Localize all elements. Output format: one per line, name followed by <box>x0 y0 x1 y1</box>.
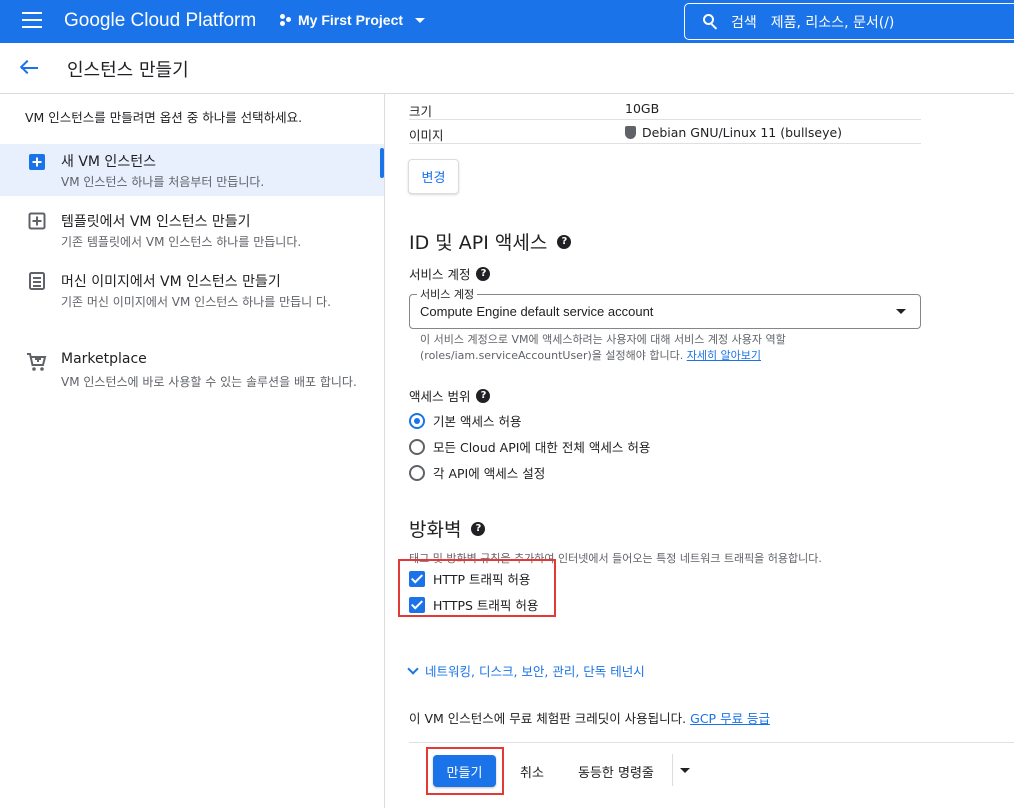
option-title: 머신 이미지에서 VM 인스턴스 만들기 <box>61 274 281 290</box>
search-placeholder: 제품, 리소스, 문서(/) <box>770 14 895 31</box>
change-boot-disk-button[interactable]: 변경 <box>408 159 459 194</box>
option-new-vm-instance[interactable]: 새 VM 인스턴스 VM 인스턴스 하나를 처음부터 만듭니다. <box>0 144 384 196</box>
search-input[interactable]: 검색 제품, 리소스, 문서(/) <box>684 3 1014 40</box>
divider <box>409 742 1014 743</box>
page-header: 인스턴스 만들기 <box>0 43 1014 94</box>
radio-label: 기본 액세스 허용 <box>433 414 522 429</box>
size-value: 10GB <box>625 101 660 116</box>
service-account-hint: 이 서비스 계정으로 VM에 액세스하려는 사용자에 대해 서비스 계정 사용자… <box>420 332 880 364</box>
option-desc: VM 인스턴스에 바로 사용할 수 있는 솔루션을 배포 합니다. <box>61 375 357 389</box>
field-label-text: 액세스 범위 <box>409 389 471 404</box>
access-scope-label: 액세스 범위 ? <box>409 386 491 405</box>
help-icon[interactable]: ? <box>476 266 491 281</box>
creation-options-panel: VM 인스턴스를 만들려면 옵션 중 하나를 선택하세요. 새 VM 인스턴스 … <box>0 94 385 808</box>
field-label-text: 서비스 계정 <box>409 267 471 282</box>
size-label: 크기 <box>409 104 433 119</box>
divider <box>409 119 921 120</box>
add-box-icon <box>29 154 45 170</box>
radio-button[interactable] <box>409 464 425 481</box>
dropdown-arrow-icon[interactable] <box>680 768 690 773</box>
machine-image-icon <box>29 272 45 290</box>
section-title-text: ID 및 API 액세스 <box>409 232 548 254</box>
dropdown-arrow-icon <box>896 309 906 314</box>
instance-config-panel: 크기 10GB 이미지 Debian GNU/Linux 11 (bullsey… <box>385 94 1014 808</box>
highlight-box <box>398 559 556 617</box>
free-trial-credit-note: 이 VM 인스턴스에 무료 체험판 크레딧이 사용됩니다. GCP 무료 등급 <box>409 708 770 727</box>
free-tier-link[interactable]: GCP 무료 등급 <box>690 711 770 726</box>
shield-icon <box>625 126 636 139</box>
firewall-section-title: 방화벽 ? <box>409 515 486 542</box>
hamburger-menu-icon[interactable] <box>22 12 42 28</box>
options-intro: VM 인스턴스를 만들려면 옵션 중 하나를 선택하세요. <box>25 110 303 125</box>
identity-section-title: ID 및 API 액세스 ? <box>409 228 572 255</box>
option-desc: 기존 템플릿에서 VM 인스턴스 하나를 만듭니다. <box>61 235 302 249</box>
back-arrow-icon[interactable] <box>19 59 39 76</box>
help-icon[interactable]: ? <box>476 388 491 403</box>
search-icon <box>703 13 719 30</box>
template-icon <box>28 212 46 230</box>
search-label: 검색 <box>731 14 757 31</box>
radio-label: 모든 Cloud API에 대한 전체 액세스 허용 <box>433 440 651 455</box>
divider <box>409 143 921 144</box>
help-icon[interactable]: ? <box>557 234 572 249</box>
chevron-down-icon <box>407 662 419 675</box>
learn-more-link[interactable]: 자세히 알아보기 <box>687 349 761 362</box>
image-value-row: Debian GNU/Linux 11 (bullseye) <box>625 125 842 140</box>
option-marketplace[interactable]: Marketplace VM 인스턴스에 바로 사용할 수 있는 솔루션을 배포… <box>0 344 384 414</box>
credit-text: 이 VM 인스턴스에 무료 체험판 크레딧이 사용됩니다. <box>409 711 687 726</box>
option-from-machine-image[interactable]: 머신 이미지에서 VM 인스턴스 만들기 기존 머신 이미지에서 VM 인스턴스… <box>0 264 384 334</box>
image-value: Debian GNU/Linux 11 (bullseye) <box>642 125 843 140</box>
service-account-select[interactable]: 서비스 계정 Compute Engine default service ac… <box>409 286 921 329</box>
equivalent-command-button[interactable]: 동등한 명령줄 <box>578 762 654 781</box>
section-title-text: 방화벽 <box>409 519 462 541</box>
select-value: Compute Engine default service account <box>420 304 654 319</box>
option-title: 새 VM 인스턴스 <box>61 154 156 170</box>
brand-title[interactable]: Google Cloud Platform <box>64 10 256 32</box>
option-desc: VM 인스턴스 하나를 처음부터 만듭니다. <box>61 175 265 189</box>
project-selector[interactable]: My First Project <box>280 12 426 28</box>
cart-icon <box>27 353 47 371</box>
scope-option-per-api[interactable]: 각 API에 액세스 설정 <box>409 463 545 482</box>
cancel-button[interactable]: 취소 <box>520 762 544 781</box>
help-icon[interactable]: ? <box>471 521 486 536</box>
advanced-options-label: 네트워킹, 디스크, 보안, 관리, 단독 테넌시 <box>425 664 645 679</box>
select-float-label: 서비스 계정 <box>417 286 478 302</box>
divider <box>672 754 673 786</box>
service-account-label: 서비스 계정 ? <box>409 264 491 283</box>
scope-option-default[interactable]: 기본 액세스 허용 <box>409 411 521 430</box>
option-title: Marketplace <box>61 351 147 367</box>
advanced-options-toggle[interactable]: 네트워킹, 디스크, 보안, 관리, 단독 테넌시 <box>407 661 645 680</box>
top-app-bar: Google Cloud Platform My First Project 검… <box>0 0 1014 43</box>
radio-label: 각 API에 액세스 설정 <box>433 466 546 481</box>
option-from-template[interactable]: 템플릿에서 VM 인스턴스 만들기 기존 템플릿에서 VM 인스턴스 하나를 만… <box>0 204 384 256</box>
project-name: My First Project <box>298 12 404 28</box>
radio-button[interactable] <box>409 412 425 429</box>
project-icon <box>280 14 292 26</box>
scope-option-full[interactable]: 모든 Cloud API에 대한 전체 액세스 허용 <box>409 437 650 456</box>
radio-button[interactable] <box>409 438 425 455</box>
highlight-box <box>426 747 504 795</box>
image-label: 이미지 <box>409 128 444 143</box>
option-desc: 기존 머신 이미지에서 VM 인스턴스 하나를 만듭니 다. <box>61 295 331 309</box>
option-title: 템플릿에서 VM 인스턴스 만들기 <box>61 214 251 230</box>
chevron-down-icon <box>415 17 426 23</box>
page-title: 인스턴스 만들기 <box>67 60 189 81</box>
